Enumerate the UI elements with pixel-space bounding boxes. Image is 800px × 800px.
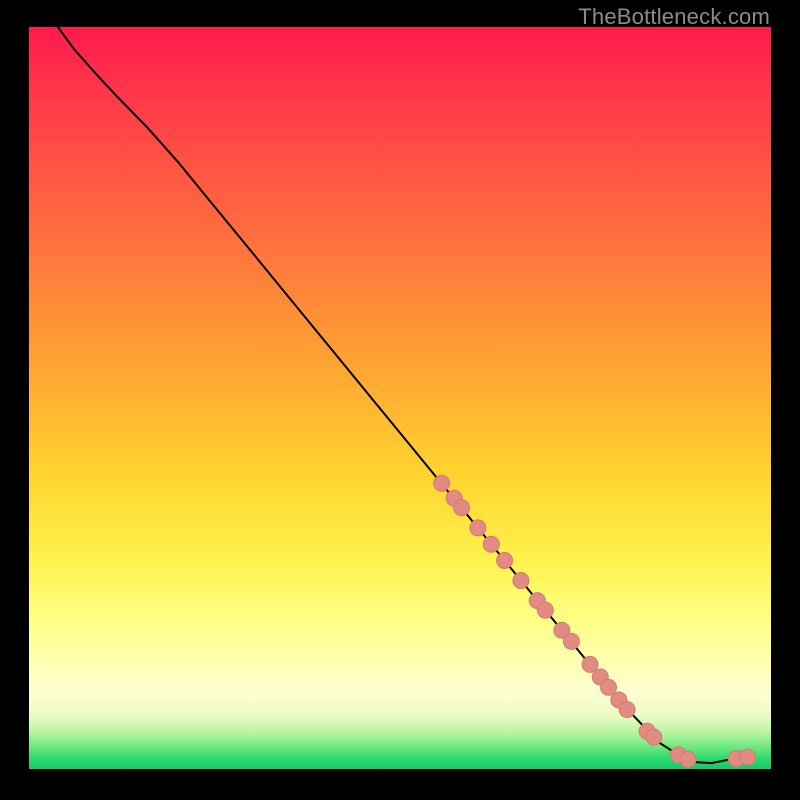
data-marker (619, 702, 635, 718)
data-marker (563, 633, 579, 649)
plot-area (29, 27, 771, 769)
data-marker (497, 553, 513, 569)
data-marker (470, 520, 486, 536)
chart-stage: TheBottleneck.com (0, 0, 800, 800)
data-marker (483, 536, 499, 552)
marker-group (434, 475, 756, 767)
data-marker (513, 573, 529, 589)
data-marker (680, 751, 696, 767)
chart-svg (29, 27, 771, 769)
data-marker (646, 729, 662, 745)
data-marker (434, 475, 450, 491)
bottleneck-curve (58, 27, 749, 763)
data-marker (739, 749, 755, 765)
data-marker (454, 500, 470, 516)
data-marker (537, 602, 553, 618)
